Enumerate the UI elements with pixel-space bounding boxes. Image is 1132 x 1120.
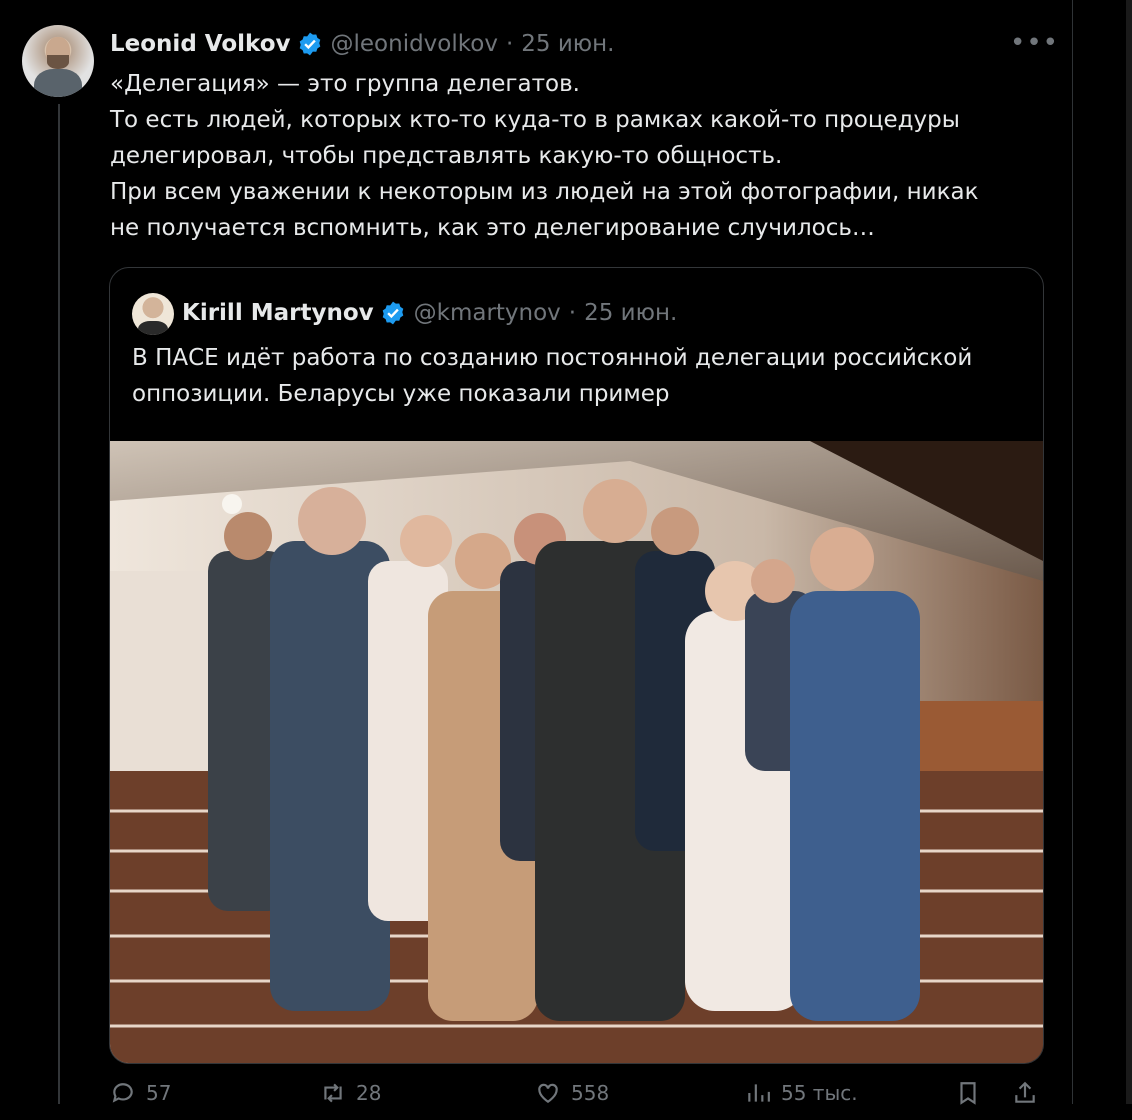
separator: ·	[568, 300, 577, 326]
group-photo[interactable]	[110, 441, 1043, 1063]
reply-button[interactable]: 57	[110, 1080, 171, 1106]
retweet-button[interactable]: 28	[320, 1080, 381, 1106]
tweet-text: «Делегация» — это группа делегатов. То е…	[110, 66, 1040, 246]
bookmark-icon	[960, 1082, 976, 1105]
tweet-text-line: «Делегация» — это группа делегатов.	[110, 71, 580, 97]
quoted-author-name[interactable]: Kirill Martynov	[182, 300, 374, 326]
verified-badge-icon	[299, 32, 320, 56]
tweet-text-line: делегировал, чтобы представлять какую-то…	[110, 143, 783, 169]
like-count: 558	[571, 1081, 610, 1105]
views-count: 55 тыс.	[781, 1081, 858, 1105]
quoted-text-line: оппозиции. Беларусы уже показали пример	[132, 381, 670, 407]
more-icon[interactable]: •••	[1010, 28, 1059, 58]
quoted-header: Kirill Martynov @kmartynov · 25 июн.	[182, 295, 677, 331]
reply-count: 57	[146, 1081, 172, 1105]
avatar[interactable]	[22, 25, 94, 97]
quoted-text: В ПАСЕ идёт работа по созданию постоянно…	[132, 340, 1032, 412]
tweet-text-line: не получается вспомнить, как это делегир…	[110, 215, 875, 241]
views-icon	[748, 1084, 770, 1102]
tweet-header: Leonid Volkov @leonidvolkov · 25 июн.	[110, 26, 615, 62]
tweet-text-line: То есть людей, которых кто-то куда-то в …	[110, 107, 960, 133]
author-name[interactable]: Leonid Volkov	[110, 31, 291, 57]
retweet-count: 28	[356, 1081, 382, 1105]
reply-icon	[112, 1083, 133, 1103]
tweet-text-line: При всем уважении к некоторым из людей н…	[110, 179, 979, 205]
tweet-date[interactable]: 25 июн.	[521, 31, 614, 57]
share-button[interactable]	[1012, 1080, 1038, 1106]
like-icon	[538, 1083, 558, 1103]
retweet-icon	[324, 1083, 342, 1103]
scrollbar[interactable]	[1126, 0, 1132, 1104]
quoted-date[interactable]: 25 июн.	[584, 300, 677, 326]
action-bar: 57 28 558 55 тыс.	[0, 1080, 1072, 1120]
quoted-text-line: В ПАСЕ идёт работа по созданию постоянно…	[132, 345, 973, 371]
like-button[interactable]: 558	[535, 1080, 609, 1106]
verified-badge-icon	[382, 301, 403, 325]
bookmark-button[interactable]	[955, 1080, 981, 1106]
quoted-handle[interactable]: @kmartynov	[414, 300, 561, 326]
author-handle[interactable]: @leonidvolkov	[331, 31, 498, 57]
views-button[interactable]: 55 тыс.	[745, 1080, 858, 1106]
share-icon	[1015, 1081, 1035, 1103]
separator: ·	[505, 31, 514, 57]
thread-line	[58, 104, 60, 1104]
quoted-avatar[interactable]	[132, 293, 174, 335]
quoted-tweet[interactable]: Kirill Martynov @kmartynov · 25 июн. В П…	[109, 267, 1044, 1064]
